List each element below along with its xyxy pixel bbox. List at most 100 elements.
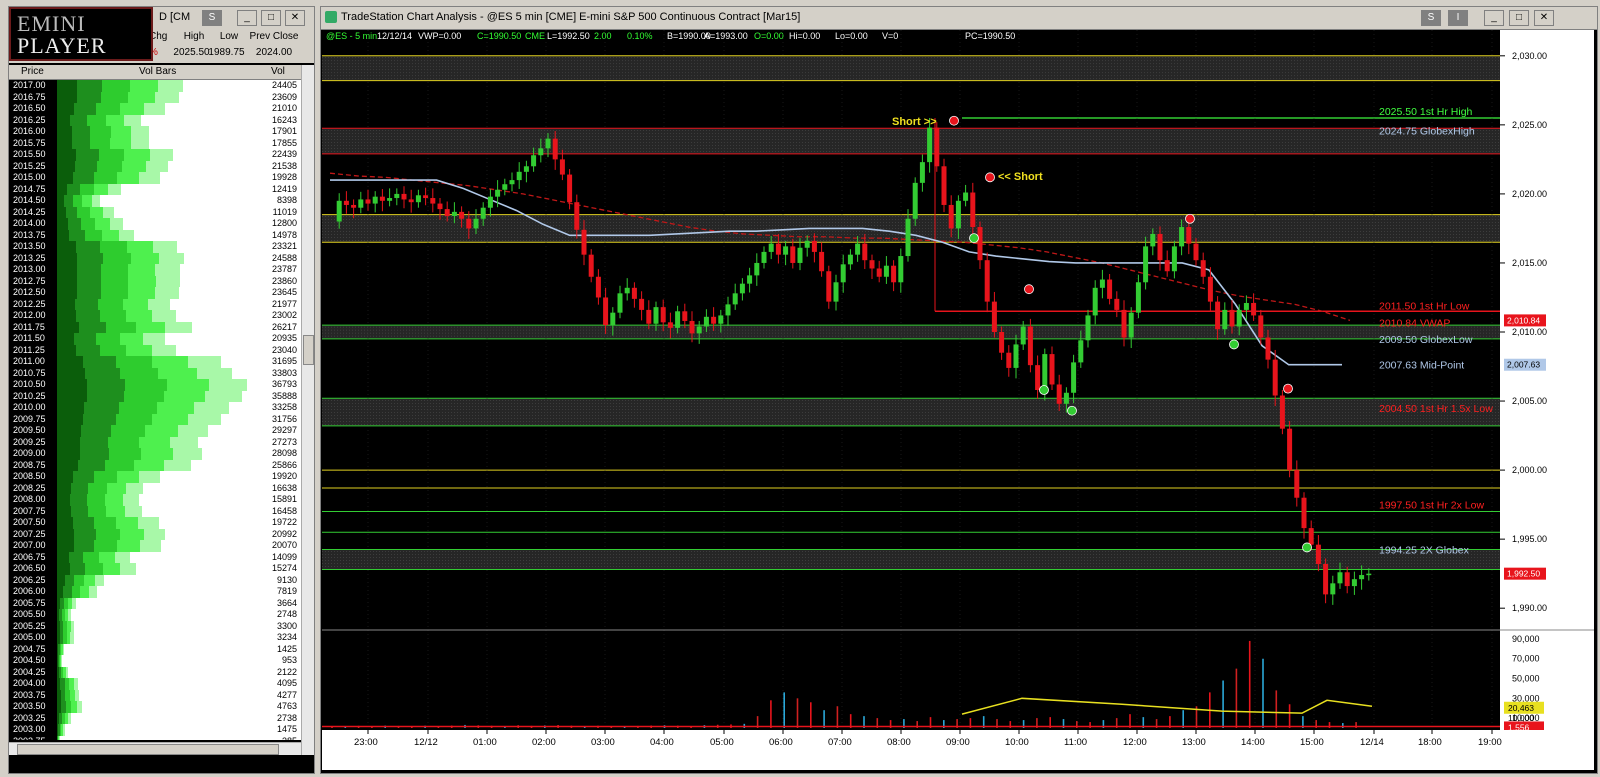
vertical-scrollbar[interactable] (301, 65, 314, 755)
ladder-row[interactable]: 2009.75 31756 (9, 413, 301, 425)
ladder-row[interactable]: 2008.75 25866 (9, 459, 301, 471)
ladder-row[interactable]: 2009.25 27273 (9, 436, 301, 448)
ladder-row[interactable]: 2014.75 12419 (9, 183, 301, 195)
ladder-row[interactable]: 2003.75 4277 (9, 689, 301, 701)
ladder-row[interactable]: 2012.75 23860 (9, 275, 301, 287)
ladder-row[interactable]: 2006.75 14099 (9, 551, 301, 563)
ladder-row[interactable]: 2007.50 19722 (9, 517, 301, 529)
ladder-row[interactable]: 2005.50 2748 (9, 609, 301, 621)
ladder-price: 2003.75 (9, 689, 57, 701)
price-chart[interactable]: @ES - 5 min 12/12/14 VWP=0.00 C=1990.50 CME L… (322, 30, 1594, 770)
ladder-row[interactable]: 2014.00 12800 (9, 218, 301, 230)
col-volbars[interactable]: Vol Bars (139, 66, 176, 77)
candle-body (559, 159, 565, 175)
ladder-row[interactable]: 2006.25 9130 (9, 574, 301, 586)
ladder-row[interactable]: 2010.50 36793 (9, 379, 301, 391)
ladder-row[interactable]: 2007.75 16458 (9, 505, 301, 517)
ladder-row[interactable]: 2011.00 31695 (9, 356, 301, 368)
ladder-row[interactable]: 2005.75 3664 (9, 597, 301, 609)
ladder-row[interactable]: 2017.00 24405 (9, 80, 301, 92)
ladder-row[interactable]: 2009.50 29297 (9, 425, 301, 437)
ladder-row[interactable]: 2003.00 1475 (9, 724, 301, 736)
ladder-row[interactable]: 2013.50 23321 (9, 241, 301, 253)
ladder-row[interactable]: 2006.50 15274 (9, 563, 301, 575)
ladder-row[interactable]: 2010.00 33258 (9, 402, 301, 414)
ladder-row[interactable]: 2003.50 4763 (9, 701, 301, 713)
ladder-row[interactable]: 2016.75 23609 (9, 91, 301, 103)
symbol-link-button[interactable]: S (1421, 10, 1441, 26)
ladder-row[interactable]: 2014.50 8398 (9, 195, 301, 207)
ladder-volbar (96, 103, 120, 115)
ladder-row[interactable]: 2004.25 2122 (9, 666, 301, 678)
candle-body (797, 247, 803, 263)
ladder-row[interactable]: 2004.50 953 (9, 655, 301, 667)
chart-window-titlebar[interactable]: TradeStation Chart Analysis - @ES 5 min … (321, 7, 1597, 30)
close-button[interactable]: ✕ (285, 10, 305, 26)
ladder-volbar (57, 517, 74, 529)
minimize-button[interactable]: _ (237, 10, 257, 26)
ladder-row[interactable]: 2015.00 19928 (9, 172, 301, 184)
close-button[interactable]: ✕ (1534, 10, 1554, 26)
maximize-button[interactable]: □ (261, 10, 281, 26)
ladder-price: 2006.00 (9, 586, 57, 598)
ladder-volbar (143, 528, 166, 540)
col-vol[interactable]: Vol (271, 66, 285, 77)
ladder-volbar (138, 436, 170, 448)
maximize-button[interactable]: □ (1509, 10, 1529, 26)
ladder-vol: 21010 (252, 103, 301, 115)
ladder-row[interactable]: 2009.00 28098 (9, 448, 301, 460)
volume-ladder[interactable]: 2017.00 24405 2016.75 23609 2016.50 21010 2016… (9, 80, 301, 740)
ladder-row[interactable]: 2006.00 7819 (9, 586, 301, 598)
ladder-row[interactable]: 2011.75 26217 (9, 321, 301, 333)
ladder-row[interactable]: 2012.00 23002 (9, 310, 301, 322)
ladder-row[interactable]: 2005.00 3234 (9, 632, 301, 644)
ladder-row[interactable]: 2012.25 21977 (9, 298, 301, 310)
ladder-row[interactable]: 2013.00 23787 (9, 264, 301, 276)
time-axis-label: 05:00 (710, 737, 734, 748)
ladder-row[interactable]: 2014.25 11019 (9, 206, 301, 218)
ladder-row[interactable]: 2004.75 1425 (9, 643, 301, 655)
ladder-row[interactable]: 2015.25 21538 (9, 160, 301, 172)
ladder-volbar (83, 413, 117, 425)
ladder-row[interactable]: 2005.25 3300 (9, 620, 301, 632)
ladder-row[interactable]: 2008.00 15891 (9, 494, 301, 506)
ladder-volbar (85, 563, 103, 575)
ladder-row[interactable]: 2008.25 16638 (9, 482, 301, 494)
minimize-button[interactable]: _ (1484, 10, 1504, 26)
ladder-row[interactable]: 2003.25 2738 (9, 712, 301, 724)
ladder-row[interactable]: 2011.25 23040 (9, 344, 301, 356)
indicator-button[interactable]: I (1448, 10, 1468, 26)
candle-body (552, 138, 558, 160)
ladder-volbar (90, 137, 111, 149)
candle-body (387, 198, 393, 201)
ladder-row[interactable]: 2012.50 23645 (9, 287, 301, 299)
symbol-link-button[interactable]: S (202, 10, 222, 26)
ladder-row[interactable]: 2013.25 24588 (9, 252, 301, 264)
ladder-row[interactable]: 2007.00 20070 (9, 540, 301, 552)
ladder-row[interactable]: 2015.75 17855 (9, 137, 301, 149)
ladder-row[interactable]: 2015.50 22439 (9, 149, 301, 161)
candle-body (804, 240, 810, 248)
ladder-row[interactable]: 2016.50 21010 (9, 103, 301, 115)
ladder-row[interactable]: 2011.50 20935 (9, 333, 301, 345)
ladder-row[interactable]: 2002.75 385 (9, 735, 301, 740)
ladder-row[interactable]: 2013.75 14978 (9, 229, 301, 241)
hscroll-thumb[interactable] (17, 744, 279, 755)
ladder-row[interactable]: 2016.00 17901 (9, 126, 301, 138)
ladder-row[interactable]: 2010.25 35888 (9, 390, 301, 402)
ladder-volbar (149, 149, 173, 161)
ladder-row[interactable]: 2016.25 16243 (9, 114, 301, 126)
trade-signal-marker (1229, 339, 1239, 350)
ladder-row[interactable]: 2004.00 4095 (9, 678, 301, 690)
ladder-volbar (154, 91, 179, 103)
candle-body (1337, 572, 1343, 584)
ladder-row[interactable]: 2008.50 19920 (9, 471, 301, 483)
ladder-price: 2015.50 (9, 149, 57, 161)
col-price[interactable]: Price (21, 66, 44, 77)
ladder-volbar (57, 540, 74, 552)
ladder-row[interactable]: 2007.25 20992 (9, 528, 301, 540)
horizontal-scrollbar[interactable] (9, 742, 301, 755)
candle-body (372, 196, 378, 204)
scroll-thumb[interactable] (303, 335, 314, 365)
ladder-row[interactable]: 2010.75 33803 (9, 367, 301, 379)
